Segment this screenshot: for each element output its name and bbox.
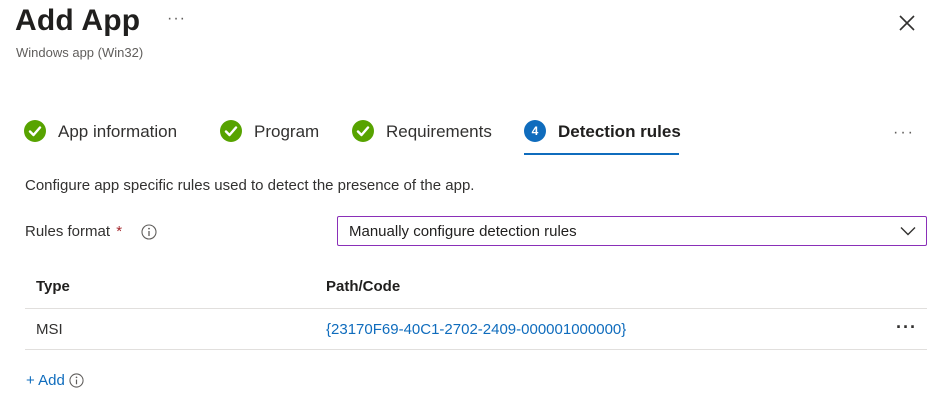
step-app-information[interactable]: App information [24,120,177,156]
step-number: 4 [532,124,539,138]
info-icon[interactable] [141,224,157,240]
page-title: Add App [15,4,141,37]
section-description: Configure app specific rules used to det… [25,177,475,194]
close-icon[interactable] [896,12,918,34]
check-circle-icon [24,120,46,142]
column-header-type: Type [36,278,70,295]
steps-more-button[interactable]: ··· [893,124,915,142]
active-step-indicator [524,153,679,155]
check-circle-icon [352,120,374,142]
page-subtitle: Windows app (Win32) [16,45,144,60]
step-label: Requirements [386,122,492,141]
rules-format-label-text: Rules format [25,223,111,240]
step-label: App information [58,122,178,141]
add-rule-link[interactable]: + Add [26,372,84,389]
step-label: Program [254,122,320,141]
info-icon[interactable] [69,373,84,388]
rules-format-label: Rules format * [25,223,122,240]
title-more-button[interactable]: ··· [167,10,186,28]
required-mark: * [116,223,123,240]
step-requirements[interactable]: Requirements [352,120,492,156]
step-detection-rules[interactable]: 4 Detection rules [524,120,681,156]
check-circle-icon [220,120,242,142]
table-divider [25,349,927,350]
table-divider [25,308,927,309]
rules-format-value: Manually configure detection rules [349,222,577,240]
wizard-steps: App information Program Requirements 4 D… [24,120,724,156]
step-program[interactable]: Program [220,120,319,156]
step-label: Detection rules [558,122,681,141]
chevron-down-icon [900,227,916,236]
cell-type: MSI [36,321,63,338]
add-label: + Add [26,372,65,389]
column-header-path: Path/Code [326,278,401,295]
rules-format-select[interactable]: Manually configure detection rules [337,216,927,246]
cell-path-link[interactable]: {23170F69-40C1-2702-2409-000001000000} [326,321,626,338]
row-more-button[interactable]: ··· [896,317,917,338]
step-number-icon: 4 [524,120,546,142]
